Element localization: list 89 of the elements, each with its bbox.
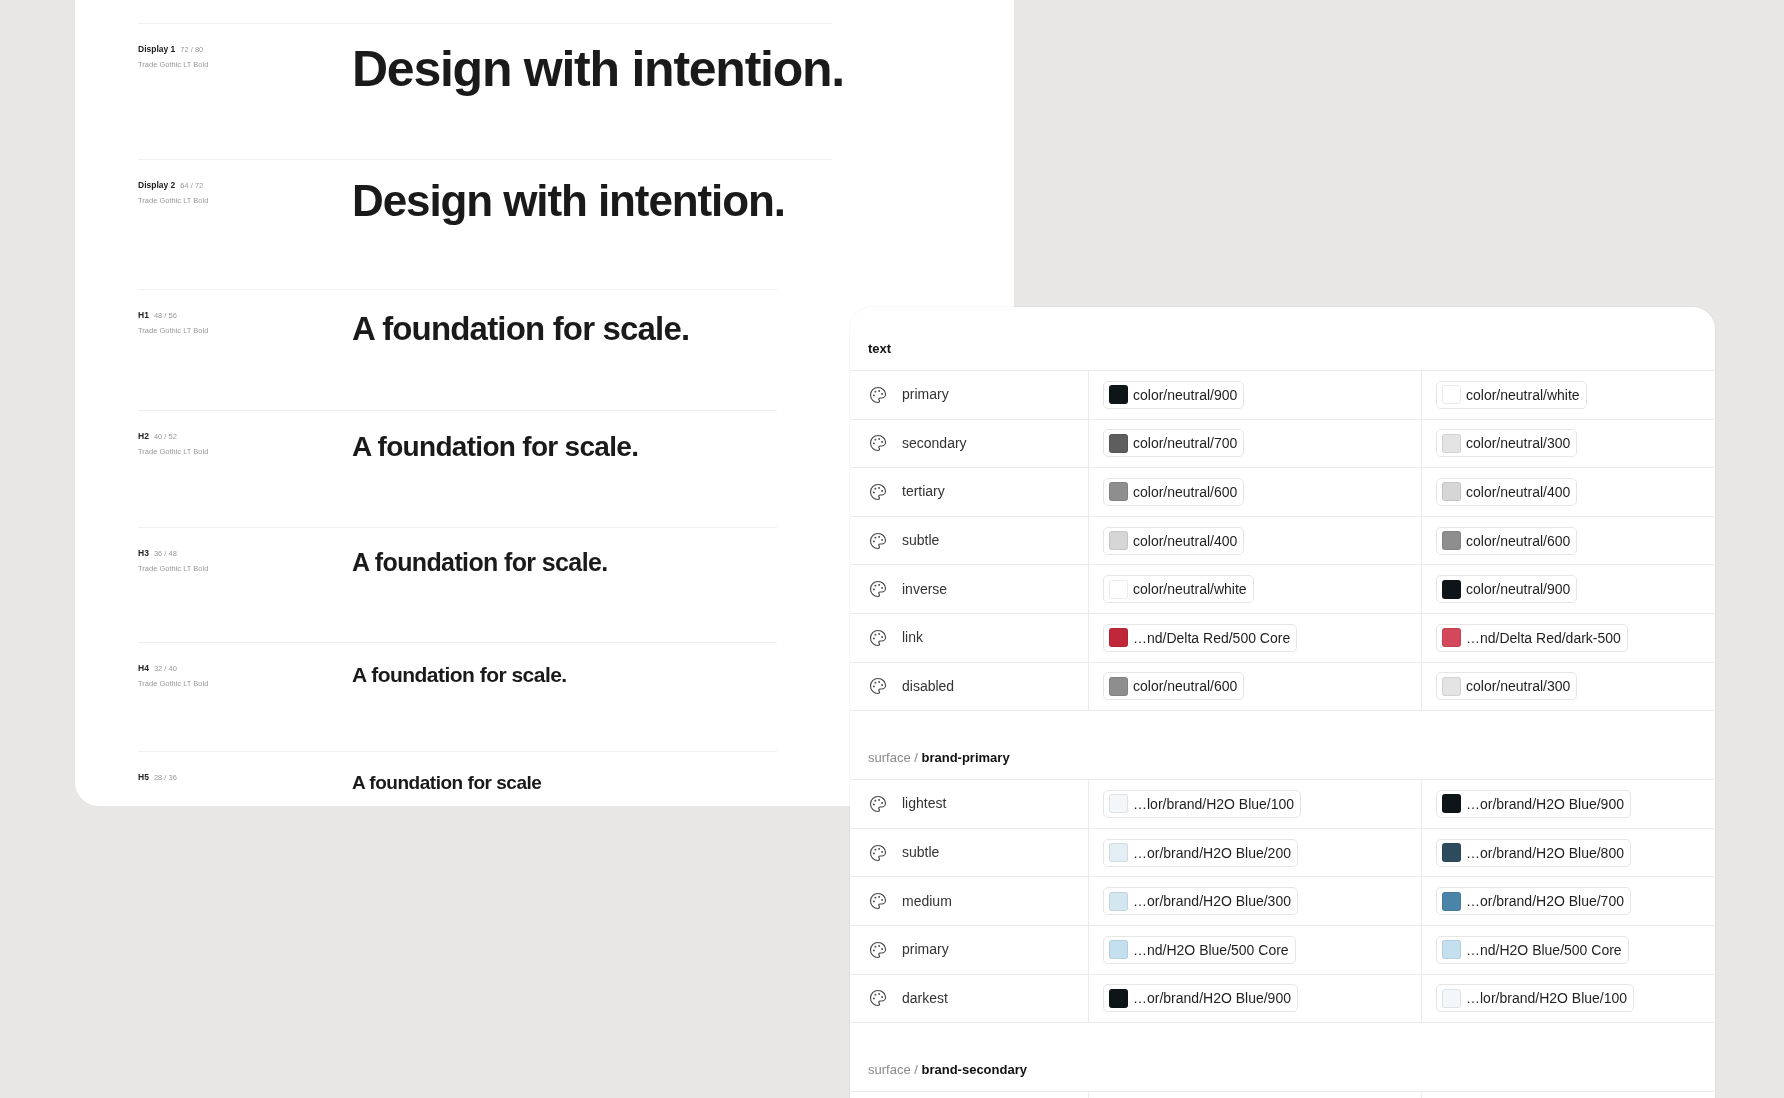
palette-icon bbox=[869, 940, 887, 959]
token-chip[interactable]: color/neutral/300 bbox=[1436, 429, 1578, 458]
type-sample: A foundation for scale. bbox=[352, 310, 690, 348]
token-name: color/neutral/300 bbox=[1466, 677, 1571, 696]
token-label: subtle bbox=[902, 843, 940, 863]
type-sample: Design with intention. bbox=[352, 41, 844, 99]
palette-icon bbox=[869, 989, 887, 1008]
token-chip[interactable]: color/neutral/400 bbox=[1436, 478, 1578, 506]
style-name: H4 bbox=[138, 663, 149, 673]
token-name: color/neutral/700 bbox=[1133, 434, 1238, 453]
token-chip[interactable]: color/neutral/white bbox=[1103, 575, 1254, 604]
token-name: color/neutral/600 bbox=[1133, 483, 1238, 501]
style-name: Display 2 bbox=[138, 180, 176, 190]
section-title: text bbox=[868, 340, 892, 358]
token-chip[interactable]: …lor/brand/H2O Blue/100 bbox=[1103, 789, 1302, 818]
token-label: primary bbox=[902, 940, 949, 960]
palette-icon bbox=[869, 580, 887, 599]
token-label: darkest bbox=[902, 988, 948, 1008]
token-chip[interactable]: …or/brand/H2O Blue/800 bbox=[1436, 838, 1631, 867]
style-name: H2 bbox=[138, 431, 149, 441]
token-chip[interactable]: color/neutral/600 bbox=[1436, 526, 1578, 555]
token-name: color/neutral/900 bbox=[1133, 385, 1238, 404]
type-sample: A foundation for scale. bbox=[352, 663, 567, 688]
token-label: lightest bbox=[902, 794, 947, 814]
token-chip[interactable]: …nd/H2O Blue/500 Core bbox=[1103, 935, 1296, 964]
token-name: …nd/H2O Blue/500 Core bbox=[1133, 940, 1289, 959]
token-name: …nd/Delta Red/500 Core bbox=[1133, 628, 1291, 647]
type-sample: Design with intention. bbox=[352, 176, 785, 227]
token-label: medium bbox=[902, 891, 952, 911]
token-name: color/neutral/white bbox=[1133, 580, 1247, 599]
token-chip[interactable]: …nd/H2O Blue/500 Core bbox=[1436, 935, 1629, 964]
style-name: H5 bbox=[138, 772, 149, 782]
palette-icon bbox=[869, 385, 887, 404]
style-name: H3 bbox=[138, 548, 149, 558]
section-title: surface / brand-primary bbox=[868, 749, 1010, 768]
token-name: …or/brand/H2O Blue/900 bbox=[1466, 794, 1624, 813]
token-name: …or/brand/H2O Blue/700 bbox=[1466, 892, 1624, 911]
section-title: surface / brand-secondary bbox=[868, 1061, 1027, 1080]
token-name: …or/brand/H2O Blue/300 bbox=[1133, 892, 1291, 911]
token-chip[interactable]: color/neutral/300 bbox=[1436, 672, 1578, 701]
token-chip[interactable]: color/neutral/600 bbox=[1103, 672, 1245, 701]
token-name: …or/brand/H2O Blue/900 bbox=[1133, 989, 1291, 1008]
token-chip[interactable]: …lor/brand/H2O Blue/100 bbox=[1436, 984, 1635, 1013]
token-chip[interactable]: …nd/Delta Red/500 Core bbox=[1103, 623, 1298, 652]
palette-icon bbox=[869, 677, 887, 696]
token-label: link bbox=[902, 628, 923, 648]
token-name: …lor/brand/H2O Blue/100 bbox=[1466, 989, 1628, 1008]
palette-icon bbox=[869, 483, 887, 501]
palette-icon bbox=[869, 892, 887, 911]
token-name: …nd/Delta Red/dark-500 bbox=[1466, 628, 1621, 647]
token-chip[interactable]: color/neutral/white bbox=[1436, 380, 1587, 409]
token-chip[interactable]: color/neutral/700 bbox=[1103, 429, 1245, 458]
token-label: inverse bbox=[902, 579, 948, 599]
token-name: …or/brand/H2O Blue/200 bbox=[1133, 843, 1291, 862]
style-name: H1 bbox=[138, 310, 149, 320]
token-chip[interactable]: …nd/Delta Red/dark-500 bbox=[1436, 623, 1628, 652]
token-name: color/neutral/400 bbox=[1466, 483, 1571, 501]
token-chip[interactable]: …or/brand/H2O Blue/200 bbox=[1103, 838, 1298, 867]
token-name: …lor/brand/H2O Blue/100 bbox=[1133, 794, 1295, 813]
style-name: Display 1 bbox=[138, 44, 176, 54]
token-name: color/neutral/white bbox=[1466, 385, 1580, 404]
palette-icon bbox=[869, 794, 887, 813]
token-name: color/neutral/600 bbox=[1133, 677, 1238, 696]
token-name: color/neutral/400 bbox=[1133, 531, 1238, 550]
token-name: …or/brand/H2O Blue/800 bbox=[1466, 843, 1624, 862]
token-label: primary bbox=[902, 385, 949, 405]
token-chip[interactable]: …or/brand/H2O Blue/300 bbox=[1103, 887, 1298, 916]
palette-icon bbox=[869, 434, 887, 453]
token-label: disabled bbox=[902, 676, 955, 696]
token-chip[interactable]: …or/brand/H2O Blue/900 bbox=[1103, 984, 1298, 1013]
token-name: color/neutral/900 bbox=[1466, 580, 1571, 599]
palette-icon bbox=[869, 628, 887, 647]
token-label: tertiary bbox=[902, 482, 945, 502]
token-name: color/neutral/300 bbox=[1466, 434, 1571, 453]
token-name: …nd/H2O Blue/500 Core bbox=[1466, 940, 1622, 959]
token-name: color/neutral/600 bbox=[1466, 531, 1571, 550]
type-sample: A foundation for scale bbox=[352, 772, 542, 794]
token-label: subtle bbox=[902, 531, 940, 551]
type-sample: A foundation for scale. bbox=[352, 431, 639, 464]
palette-icon bbox=[869, 531, 887, 550]
type-sample: A foundation for scale. bbox=[352, 548, 608, 577]
token-chip[interactable]: …or/brand/H2O Blue/700 bbox=[1436, 887, 1631, 916]
token-chip[interactable]: color/neutral/900 bbox=[1103, 380, 1245, 409]
token-chip[interactable]: color/neutral/600 bbox=[1103, 478, 1245, 506]
palette-icon bbox=[869, 843, 887, 862]
token-label: secondary bbox=[902, 433, 967, 453]
token-chip[interactable]: color/neutral/900 bbox=[1436, 575, 1578, 604]
token-chip[interactable]: color/neutral/400 bbox=[1103, 526, 1245, 555]
token-chip[interactable]: …or/brand/H2O Blue/900 bbox=[1436, 789, 1631, 818]
